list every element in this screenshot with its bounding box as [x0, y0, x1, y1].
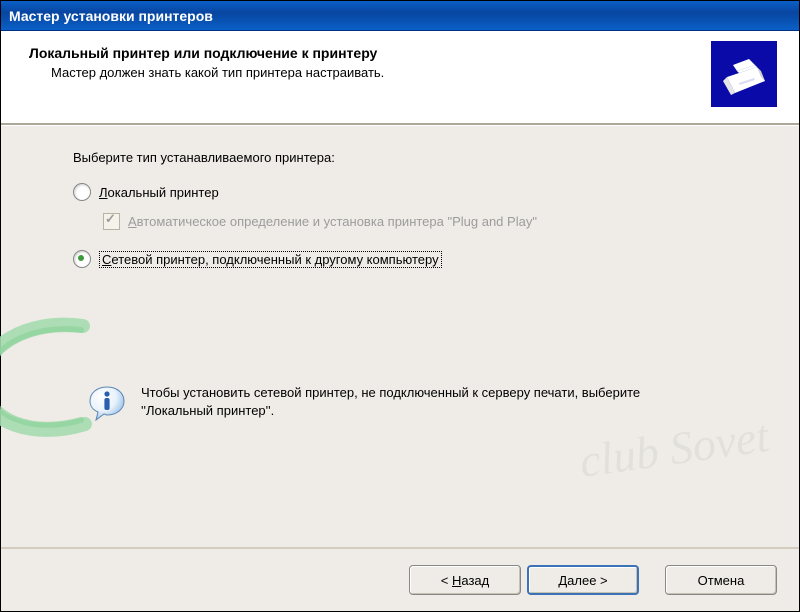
radio-network[interactable]	[73, 250, 91, 268]
wizard-window: Мастер установки принтеров Локальный при…	[0, 0, 800, 612]
radio-local[interactable]	[73, 183, 91, 201]
option-auto-detect-label: Автоматическое определение и установка п…	[128, 214, 537, 229]
titlebar: Мастер установки принтеров	[1, 1, 799, 31]
wizard-body: Выберите тип устанавливаемого принтера: …	[1, 126, 799, 547]
info-icon	[87, 384, 127, 424]
header-title: Локальный принтер или подключение к прин…	[29, 45, 384, 61]
hint-row: Чтобы установить сетевой принтер, не под…	[87, 384, 711, 424]
checkbox-auto-detect	[103, 213, 120, 230]
printer-icon	[711, 41, 777, 107]
prompt-text: Выберите тип устанавливаемого принтера:	[73, 150, 727, 165]
cancel-button[interactable]: Отмена	[665, 565, 777, 595]
option-local-row[interactable]: Локальный принтер	[73, 183, 727, 201]
option-network-label: Сетевой принтер, подключенный к другому …	[99, 251, 442, 268]
option-network-row[interactable]: Сетевой принтер, подключенный к другому …	[73, 250, 727, 268]
window-title: Мастер установки принтеров	[9, 8, 213, 24]
back-button[interactable]: < Назад	[409, 565, 521, 595]
option-auto-detect-row: Автоматическое определение и установка п…	[103, 213, 727, 230]
hint-text: Чтобы установить сетевой принтер, не под…	[141, 384, 711, 419]
next-button[interactable]: Далее >	[527, 565, 639, 595]
header-text: Локальный принтер или подключение к прин…	[29, 45, 384, 80]
wizard-footer: < Назад Далее > Отмена	[1, 547, 799, 611]
option-local-label: Локальный принтер	[99, 185, 219, 200]
wizard-header: Локальный принтер или подключение к прин…	[1, 31, 799, 123]
header-subtitle: Мастер должен знать какой тип принтера н…	[29, 65, 384, 80]
